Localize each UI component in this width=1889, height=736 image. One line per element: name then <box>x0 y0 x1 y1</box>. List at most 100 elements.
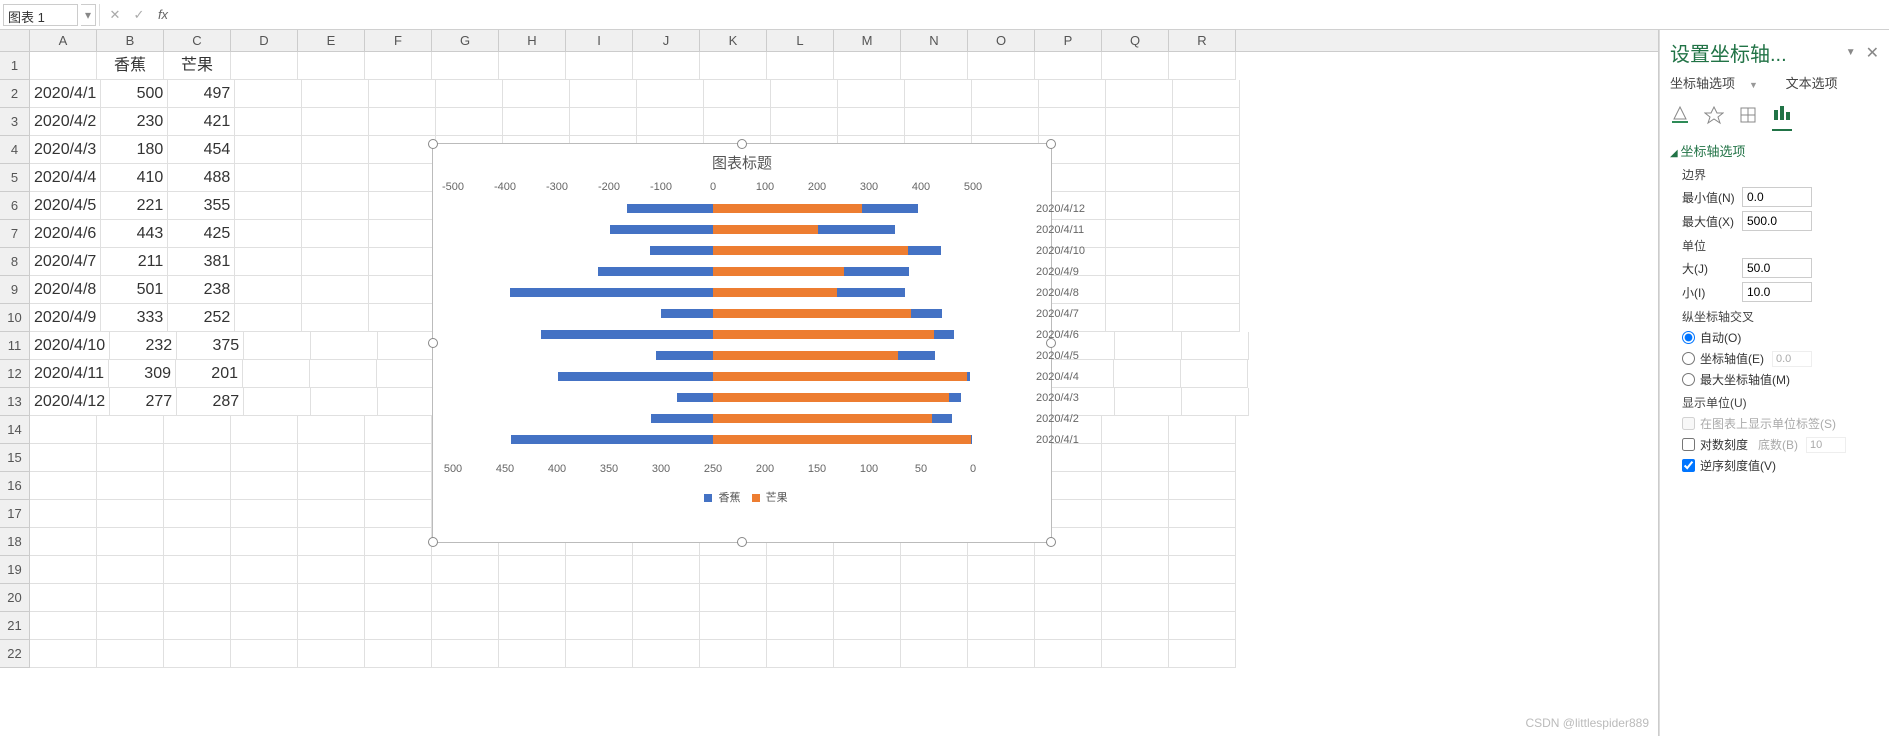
cell[interactable] <box>1106 248 1173 276</box>
chart-bar-row[interactable]: 2020/4/9 <box>453 264 1031 285</box>
cell[interactable] <box>972 80 1039 108</box>
cell[interactable] <box>1102 444 1169 472</box>
cell[interactable] <box>302 164 369 192</box>
cell[interactable] <box>1102 640 1169 668</box>
cell[interactable] <box>231 612 298 640</box>
column-header[interactable]: O <box>968 30 1035 51</box>
column-header[interactable]: P <box>1035 30 1102 51</box>
spreadsheet-grid[interactable]: ABCDEFGHIJKLMNOPQR 1香蕉芒果22020/4/15004973… <box>0 30 1659 736</box>
cell[interactable] <box>1115 332 1182 360</box>
cell[interactable]: 2020/4/9 <box>30 304 101 332</box>
cell[interactable] <box>298 584 365 612</box>
cell[interactable] <box>1169 640 1236 668</box>
cell[interactable] <box>834 640 901 668</box>
cell[interactable] <box>700 612 767 640</box>
cell[interactable] <box>968 52 1035 80</box>
cell[interactable] <box>968 556 1035 584</box>
cell[interactable] <box>235 136 302 164</box>
cell[interactable] <box>901 612 968 640</box>
cell[interactable] <box>968 612 1035 640</box>
cell[interactable] <box>302 220 369 248</box>
column-header[interactable]: M <box>834 30 901 51</box>
cell[interactable]: 2020/4/7 <box>30 248 101 276</box>
cell[interactable] <box>310 360 377 388</box>
cell[interactable]: 501 <box>101 276 168 304</box>
cell[interactable] <box>231 416 298 444</box>
cell[interactable]: 2020/4/2 <box>30 108 101 136</box>
cell[interactable]: 375 <box>177 332 244 360</box>
cell[interactable]: 2020/4/6 <box>30 220 101 248</box>
cell[interactable] <box>1169 556 1236 584</box>
cell[interactable] <box>1173 248 1240 276</box>
cell[interactable] <box>499 584 566 612</box>
cross-value-radio[interactable] <box>1682 352 1695 365</box>
column-header[interactable]: Q <box>1102 30 1169 51</box>
cell[interactable]: 201 <box>176 360 243 388</box>
cell[interactable] <box>1035 52 1102 80</box>
cell[interactable] <box>365 640 432 668</box>
cell[interactable] <box>1173 276 1240 304</box>
column-header[interactable]: B <box>97 30 164 51</box>
cell[interactable] <box>905 80 972 108</box>
cell[interactable] <box>30 556 97 584</box>
chart-bar-row[interactable]: 2020/4/10 <box>453 243 1031 264</box>
cell[interactable] <box>432 556 499 584</box>
cell[interactable]: 454 <box>168 136 235 164</box>
cell[interactable] <box>834 52 901 80</box>
cell[interactable] <box>1169 472 1236 500</box>
row-header[interactable]: 15 <box>0 444 30 472</box>
column-header[interactable]: J <box>633 30 700 51</box>
row-header[interactable]: 17 <box>0 500 30 528</box>
cell[interactable] <box>704 108 771 136</box>
resize-handle[interactable] <box>428 139 438 149</box>
cell[interactable]: 425 <box>168 220 235 248</box>
cell[interactable] <box>298 52 365 80</box>
select-all-corner[interactable] <box>0 30 30 51</box>
cell[interactable] <box>298 500 365 528</box>
cell[interactable]: 2020/4/11 <box>30 360 109 388</box>
min-input[interactable] <box>1742 187 1812 207</box>
cell[interactable] <box>1039 80 1106 108</box>
cell[interactable] <box>302 136 369 164</box>
cell[interactable] <box>834 612 901 640</box>
row-header[interactable]: 6 <box>0 192 30 220</box>
chart-bar-row[interactable]: 2020/4/5 <box>453 348 1031 369</box>
cross-auto-radio[interactable] <box>1682 331 1695 344</box>
cell[interactable] <box>365 584 432 612</box>
cell[interactable]: 2020/4/12 <box>30 388 110 416</box>
cell[interactable] <box>700 52 767 80</box>
cell[interactable]: 香蕉 <box>97 52 164 80</box>
row-header[interactable]: 19 <box>0 556 30 584</box>
cell[interactable] <box>570 80 637 108</box>
cell[interactable] <box>968 640 1035 668</box>
cell[interactable] <box>1182 388 1249 416</box>
cell[interactable] <box>298 640 365 668</box>
formula-input[interactable] <box>175 4 1889 26</box>
cell[interactable] <box>369 220 436 248</box>
cell[interactable] <box>1102 612 1169 640</box>
cell[interactable] <box>365 528 432 556</box>
chart-bar-row[interactable]: 2020/4/7 <box>453 306 1031 327</box>
cell[interactable] <box>633 556 700 584</box>
cell[interactable] <box>369 248 436 276</box>
cell[interactable] <box>298 612 365 640</box>
cell[interactable] <box>302 304 369 332</box>
cell[interactable]: 180 <box>101 136 168 164</box>
fx-icon[interactable]: fx <box>151 7 175 22</box>
cell[interactable] <box>231 556 298 584</box>
cell[interactable]: 443 <box>101 220 168 248</box>
minor-unit-input[interactable] <box>1742 282 1812 302</box>
cell[interactable] <box>1169 416 1236 444</box>
column-header[interactable]: A <box>30 30 97 51</box>
cell[interactable] <box>1173 192 1240 220</box>
cell[interactable] <box>302 80 369 108</box>
pane-options-dropdown[interactable]: ▼ <box>1846 47 1856 58</box>
cell[interactable] <box>369 80 436 108</box>
cell[interactable] <box>97 612 164 640</box>
column-header[interactable]: C <box>164 30 231 51</box>
row-header[interactable]: 18 <box>0 528 30 556</box>
row-header[interactable]: 9 <box>0 276 30 304</box>
cell[interactable] <box>700 556 767 584</box>
cell[interactable] <box>302 108 369 136</box>
cell[interactable] <box>365 612 432 640</box>
